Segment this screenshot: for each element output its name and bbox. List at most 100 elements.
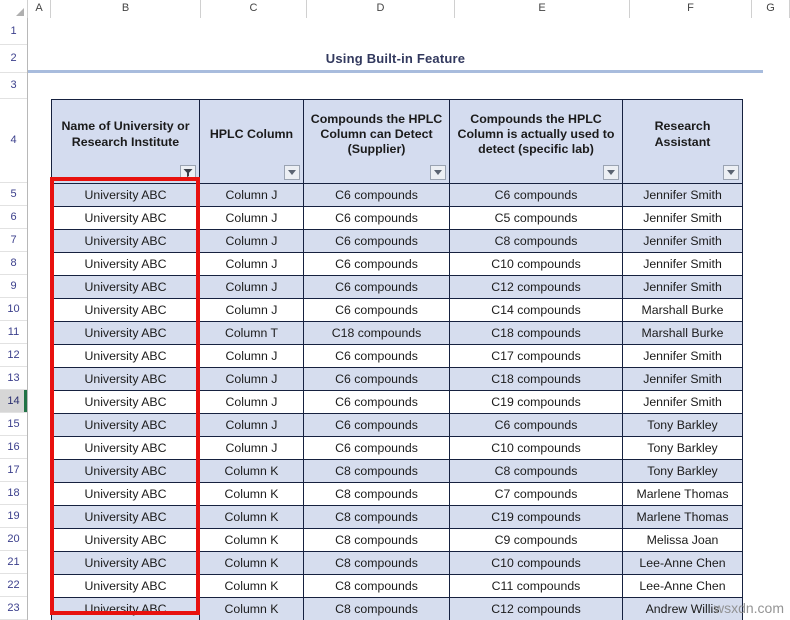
row-header-2[interactable]: 2 [0, 45, 27, 73]
cell-research-assistant[interactable]: Jennifer Smith [622, 275, 743, 299]
cell-institute[interactable]: University ABC [51, 344, 200, 368]
cell-supplier-detect[interactable]: C8 compounds [303, 528, 450, 552]
col-header-lab-detect[interactable]: Compounds the HPLC Column is actually us… [449, 99, 623, 184]
row-header-23[interactable]: 23 [0, 597, 27, 620]
column-header-e[interactable]: E [455, 0, 630, 18]
cell-hplc-column[interactable]: Column J [199, 298, 304, 322]
cell-lab-detect[interactable]: C6 compounds [449, 183, 623, 207]
cell-hplc-column[interactable]: Column J [199, 344, 304, 368]
filter-applied-icon[interactable] [180, 165, 196, 180]
cell-lab-detect[interactable]: C11 compounds [449, 574, 623, 598]
cell-institute[interactable]: University ABC [51, 574, 200, 598]
cell-supplier-detect[interactable]: C6 compounds [303, 390, 450, 414]
row-header-4[interactable]: 4 [0, 99, 27, 183]
cell-lab-detect[interactable]: C10 compounds [449, 436, 623, 460]
cell-hplc-column[interactable]: Column K [199, 482, 304, 506]
cell-institute[interactable]: University ABC [51, 183, 200, 207]
cell-hplc-column[interactable]: Column J [199, 229, 304, 253]
table-row[interactable]: University ABC Column K C8 compounds C10 co… [51, 551, 743, 575]
row-header-19[interactable]: 19 [0, 505, 27, 528]
table-row[interactable]: University ABC Column J C6 compounds C12 co… [51, 275, 743, 299]
table-row[interactable]: University ABC Column J C6 compounds C8 com… [51, 229, 743, 253]
row-header-6[interactable]: 6 [0, 206, 27, 229]
row-header-14[interactable]: 14 [0, 390, 27, 413]
cell-research-assistant[interactable]: Marlene Thomas [622, 505, 743, 529]
table-row[interactable]: University ABC Column K C8 compounds C9 com… [51, 528, 743, 552]
table-row[interactable]: University ABC Column J C6 compounds C5 com… [51, 206, 743, 230]
cell-institute[interactable]: University ABC [51, 459, 200, 483]
cell-lab-detect[interactable]: C10 compounds [449, 252, 623, 276]
cell-hplc-column[interactable]: Column K [199, 505, 304, 529]
table-row[interactable]: University ABC Column J C6 compounds C10 co… [51, 252, 743, 276]
cell-research-assistant[interactable]: Marlene Thomas [622, 482, 743, 506]
cell-institute[interactable]: University ABC [51, 505, 200, 529]
table-row[interactable]: University ABC Column J C6 compounds C17 co… [51, 344, 743, 368]
table-row[interactable]: University ABC Column K C8 compounds C7 com… [51, 482, 743, 506]
column-header-a[interactable]: A [28, 0, 51, 18]
cell-lab-detect[interactable]: C8 compounds [449, 229, 623, 253]
cell-lab-detect[interactable]: C19 compounds [449, 505, 623, 529]
chevron-down-icon[interactable] [284, 165, 300, 180]
cell-institute[interactable]: University ABC [51, 298, 200, 322]
cell-supplier-detect[interactable]: C6 compounds [303, 252, 450, 276]
cell-supplier-detect[interactable]: C6 compounds [303, 413, 450, 437]
cell-lab-detect[interactable]: C9 compounds [449, 528, 623, 552]
table-row[interactable]: University ABC Column J C6 compounds C18 co… [51, 367, 743, 391]
row-header-9[interactable]: 9 [0, 275, 27, 298]
cell-lab-detect[interactable]: C19 compounds [449, 390, 623, 414]
cell-supplier-detect[interactable]: C18 compounds [303, 321, 450, 345]
cell-institute[interactable]: University ABC [51, 275, 200, 299]
column-header-d[interactable]: D [307, 0, 455, 18]
table-row[interactable]: University ABC Column J C6 compounds C19 co… [51, 390, 743, 414]
cell-lab-detect[interactable]: C7 compounds [449, 482, 623, 506]
cell-research-assistant[interactable]: Melissa Joan [622, 528, 743, 552]
cell-research-assistant[interactable]: Tony Barkley [622, 436, 743, 460]
chevron-down-icon[interactable] [603, 165, 619, 180]
cell-research-assistant[interactable]: Tony Barkley [622, 459, 743, 483]
cell-institute[interactable]: University ABC [51, 413, 200, 437]
cell-hplc-column[interactable]: Column J [199, 367, 304, 391]
col-header-supplier-detect[interactable]: Compounds the HPLC Column can Detect (Su… [303, 99, 450, 184]
cell-hplc-column[interactable]: Column J [199, 275, 304, 299]
cell-institute[interactable]: University ABC [51, 551, 200, 575]
row-header-16[interactable]: 16 [0, 436, 27, 459]
cell-lab-detect[interactable]: C14 compounds [449, 298, 623, 322]
row-header-1[interactable]: 1 [0, 18, 27, 45]
cell-research-assistant[interactable]: Marshall Burke [622, 321, 743, 345]
cell-hplc-column[interactable]: Column J [199, 252, 304, 276]
table-row[interactable]: University ABC Column J C6 compounds C10 co… [51, 436, 743, 460]
cell-supplier-detect[interactable]: C6 compounds [303, 298, 450, 322]
cell-research-assistant[interactable]: Jennifer Smith [622, 183, 743, 207]
cell-supplier-detect[interactable]: C8 compounds [303, 459, 450, 483]
column-header-f[interactable]: F [630, 0, 752, 18]
table-row[interactable]: University ABC Column J C6 compounds C14 co… [51, 298, 743, 322]
cell-research-assistant[interactable]: Jennifer Smith [622, 229, 743, 253]
cell-research-assistant[interactable]: Jennifer Smith [622, 367, 743, 391]
cell-institute[interactable]: University ABC [51, 528, 200, 552]
cell-supplier-detect[interactable]: C8 compounds [303, 505, 450, 529]
cell-hplc-column[interactable]: Column K [199, 528, 304, 552]
column-header-b[interactable]: B [51, 0, 201, 18]
cell-hplc-column[interactable]: Column J [199, 436, 304, 460]
col-header-institute[interactable]: Name of University or Research Institute [51, 99, 200, 184]
row-header-3[interactable]: 3 [0, 73, 27, 99]
table-row[interactable]: University ABC Column K C8 compounds C11 co… [51, 574, 743, 598]
cell-institute[interactable]: University ABC [51, 597, 200, 620]
table-row[interactable]: University ABC Column K C8 compounds C19 co… [51, 505, 743, 529]
cell-institute[interactable]: University ABC [51, 321, 200, 345]
row-header-8[interactable]: 8 [0, 252, 27, 275]
col-header-hplc-column[interactable]: HPLC Column [199, 99, 304, 184]
cell-research-assistant[interactable]: Jennifer Smith [622, 344, 743, 368]
col-header-research-assistant[interactable]: Research Assistant [622, 99, 743, 184]
cell-supplier-detect[interactable]: C6 compounds [303, 229, 450, 253]
chevron-down-icon[interactable] [723, 165, 739, 180]
row-header-13[interactable]: 13 [0, 367, 27, 390]
cell-hplc-column[interactable]: Column K [199, 551, 304, 575]
cell-hplc-column[interactable]: Column K [199, 459, 304, 483]
cell-supplier-detect[interactable]: C6 compounds [303, 206, 450, 230]
cell-research-assistant[interactable]: Marshall Burke [622, 298, 743, 322]
cell-institute[interactable]: University ABC [51, 482, 200, 506]
column-header-c[interactable]: C [201, 0, 307, 18]
cell-research-assistant[interactable]: Tony Barkley [622, 413, 743, 437]
table-row[interactable]: University ABC Column K C8 compounds C12 co… [51, 597, 743, 620]
